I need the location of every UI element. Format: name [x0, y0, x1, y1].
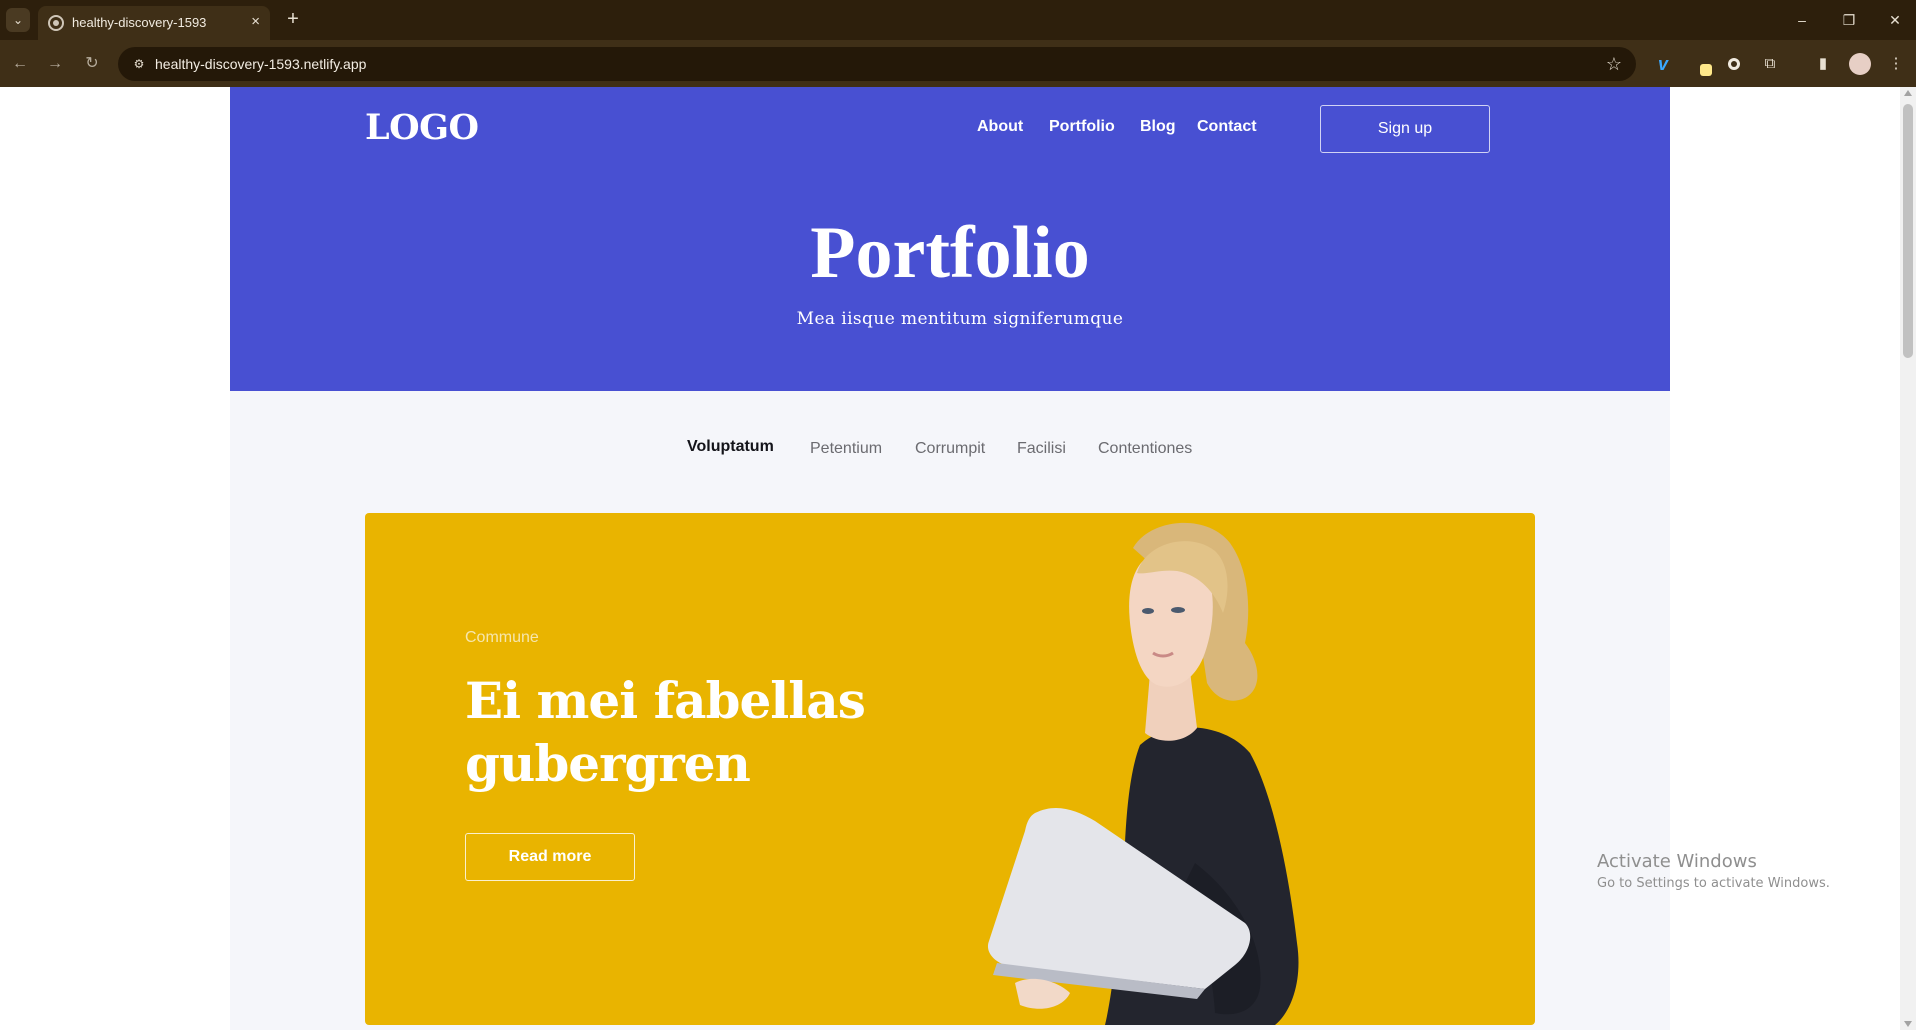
filter-tab-voluptatum[interactable]: Voluptatum [687, 438, 774, 456]
nav-link-about[interactable]: About [977, 118, 1023, 136]
feature-eyebrow: Commune [465, 629, 539, 646]
watermark-title: Activate Windows [1597, 851, 1757, 872]
puzzle-extensions-icon[interactable]: ⧉ [1758, 52, 1782, 76]
browser-toolbar: ← → ↻ ⚙ healthy-discovery-1593.netlify.a… [0, 40, 1916, 87]
page-title: Portfolio [810, 212, 1090, 294]
scroll-down-icon[interactable] [1904, 1021, 1912, 1027]
nav-link-portfolio[interactable]: Portfolio [1049, 118, 1115, 136]
new-tab-button[interactable]: + [280, 6, 306, 32]
page-subtitle: Mea iisque mentitum signiferumque [796, 309, 1124, 329]
address-bar[interactable]: ⚙ healthy-discovery-1593.netlify.app ☆ [118, 47, 1636, 81]
site-logo[interactable]: LOGO [365, 107, 479, 148]
tab-list-button[interactable]: ⌄ [6, 8, 30, 32]
note-extension-icon[interactable] [1692, 52, 1716, 76]
windows-activation-watermark: Activate Windows Go to Settings to activ… [1597, 851, 1830, 891]
hero-section: LOGO About Portfolio Blog Contact Sign u… [230, 87, 1670, 391]
filter-tab-facilisi[interactable]: Facilisi [1017, 440, 1066, 458]
browser-tab[interactable]: healthy-discovery-1593 × [38, 6, 270, 40]
forward-icon[interactable]: → [43, 52, 67, 76]
feature-card: Commune Ei mei fabellas gubergren Read m… [365, 513, 1535, 1025]
nav-link-blog[interactable]: Blog [1140, 118, 1176, 136]
scroll-up-icon[interactable] [1904, 90, 1912, 96]
profile-avatar[interactable] [1849, 53, 1871, 75]
vimeo-extension-icon[interactable]: v [1651, 52, 1675, 76]
filter-tab-corrumpit[interactable]: Corrumpit [915, 440, 985, 458]
circle-extension-icon[interactable] [1722, 52, 1746, 76]
filter-tab-petentium[interactable]: Petentium [810, 440, 882, 458]
nav-link-contact[interactable]: Contact [1197, 118, 1257, 136]
read-more-button[interactable]: Read more [465, 833, 635, 881]
tab-title: healthy-discovery-1593 [72, 15, 207, 30]
bookmark-star-icon[interactable]: ☆ [1606, 53, 1622, 75]
minimize-button[interactable]: – [1787, 8, 1817, 32]
browser-tab-bar: ⌄ healthy-discovery-1593 × + – ❐ ✕ [0, 0, 1916, 40]
close-window-button[interactable]: ✕ [1880, 8, 1910, 32]
website: LOGO About Portfolio Blog Contact Sign u… [230, 87, 1670, 1030]
restore-button[interactable]: ❐ [1834, 8, 1864, 32]
reload-icon[interactable]: ↻ [80, 52, 104, 76]
globe-icon [48, 15, 64, 31]
page-scrollbar[interactable] [1900, 87, 1916, 1030]
tab-close-icon[interactable]: × [251, 12, 260, 32]
feature-title: Ei mei fabellas gubergren [465, 671, 866, 793]
side-panel-icon[interactable]: ▮ [1811, 52, 1835, 76]
scrollbar-thumb[interactable] [1903, 104, 1913, 358]
sign-up-button[interactable]: Sign up [1320, 105, 1490, 153]
browser-menu-icon[interactable]: ⋮ [1884, 52, 1908, 76]
filter-tab-contentiones[interactable]: Contentiones [1098, 440, 1192, 458]
woman-with-laptop-illustration [987, 522, 1299, 1025]
watermark-subtitle: Go to Settings to activate Windows. [1597, 876, 1830, 891]
url-text[interactable]: healthy-discovery-1593.netlify.app [155, 56, 366, 72]
back-icon[interactable]: ← [8, 52, 32, 76]
site-info-icon[interactable]: ⚙ [130, 55, 148, 73]
